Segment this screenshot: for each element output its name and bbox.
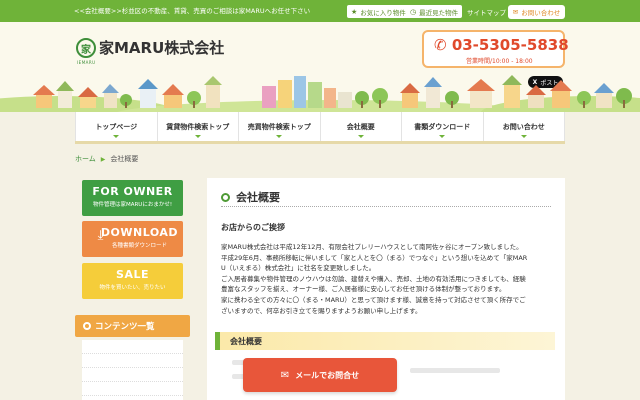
company-section-heading: 会社概要 <box>215 332 555 350</box>
mail-contact-button[interactable]: ✉ メールでお問合せ <box>243 358 397 392</box>
top-contact-button[interactable]: ✉ お問い合わせ <box>508 5 565 19</box>
download-icon: ⤓ <box>97 228 104 243</box>
logo-icon[interactable]: 家 <box>76 38 96 58</box>
phone-number-text: 03-5305-5838 <box>451 36 569 54</box>
contents-list-heading: コンテンツ一覧 <box>75 315 190 337</box>
sitemap-link[interactable]: サイトマップ <box>467 7 506 17</box>
title-divider <box>221 206 551 207</box>
mail-contact-label: メールでお問合せ <box>295 370 360 380</box>
greeting-heading: お店からのご挨拶 <box>221 223 285 232</box>
company-section-title: 会社概要 <box>230 336 262 346</box>
clock-icon: ◷ <box>410 7 417 16</box>
breadcrumb-current: 会社概要 <box>110 155 139 163</box>
global-nav: トップページ 賃貸物件検索トップ 売買物件検索トップ 会社概要 書類ダウンロード… <box>75 112 565 144</box>
circle-icon <box>83 322 91 330</box>
for-owner-subtitle: 物件管理は家MARUにおまかせ! <box>92 202 173 208</box>
download-banner[interactable]: ⤓ DOWNLOAD 各種書類ダウンロード <box>82 221 183 257</box>
greeting-line: 家に携わる全ての方々に〇（まる・MARU）と思って頂けます様、誠意を持って対応さ… <box>221 295 526 304</box>
list-item[interactable] <box>82 382 183 396</box>
phone-icon: ✆ <box>434 36 447 54</box>
recent-label: 最近見た物件 <box>419 8 459 17</box>
list-item[interactable] <box>82 368 183 382</box>
nav-sale-search[interactable]: 売買物件検索トップ <box>238 112 320 141</box>
nav-top-page[interactable]: トップページ <box>75 112 157 141</box>
list-item[interactable] <box>82 340 183 354</box>
greeting-body: 家MARU株式会社は平成12年12月、有限会社プレリーハウスとして南阿佐ヶ谷にオ… <box>221 242 553 316</box>
sale-subtitle: 物件を買いたい、売りたい <box>99 285 166 291</box>
greeting-line: 豊富なスタッフを揃え、オーナー様、ご入居者様に安心してお任せ頂ける体制が整ってお… <box>221 285 506 294</box>
greeting-line: ご入居者募集や物件管理のノウハウは勿論、建替えや購入、売却、土地の有効活用につき… <box>221 274 526 283</box>
list-item[interactable] <box>82 354 183 368</box>
site-header: 家 IEMARU 家MARU株式会社 ✆ 03-5305-5838 営業時間/1… <box>0 22 640 112</box>
breadcrumb-home[interactable]: ホーム <box>75 155 96 163</box>
town-illustration <box>0 75 640 112</box>
mail-icon: ✉ <box>280 369 290 381</box>
greeting-line: 平成29年6月、事務所移転に伴いまして「家と人とを〇（まる）でつなぐ」という想い… <box>221 253 528 262</box>
logo-subtext: IEMARU <box>77 60 96 65</box>
favorites-label: お気に入り物件 <box>360 8 406 17</box>
nav-contact[interactable]: お問い合わせ <box>482 112 565 141</box>
top-bar: <<会社概要>>杉並区の不動産、賃貸、売買のご相談は家MARUへお任せ下さい ★… <box>0 0 640 22</box>
top-contact-label: お問い合わせ <box>521 9 561 17</box>
page-title-text: 会社概要 <box>236 191 280 204</box>
breadcrumb: ホーム ▶ 会社概要 <box>75 154 138 164</box>
for-owner-banner[interactable]: FOR OWNER 物件管理は家MARUにおまかせ! <box>82 180 183 216</box>
phone-box[interactable]: ✆ 03-5305-5838 営業時間/10:00 - 18:00 <box>422 30 569 68</box>
phone-number: ✆ 03-5305-5838 <box>434 36 569 54</box>
page-title: 会社概要 <box>221 189 280 205</box>
sale-banner[interactable]: SALE 物件を買いたい、売りたい <box>82 263 183 299</box>
greeting-line: ざいますので、何卒お引き立てを賜りますようお願い申し上げます。 <box>221 306 422 315</box>
star-icon: ★ <box>351 7 358 16</box>
site-tagline: <<会社概要>>杉並区の不動産、賃貸、売買のご相談は家MARUへお任せ下さい <box>74 7 311 15</box>
business-hours: 営業時間/10:00 - 18:00 <box>466 58 533 65</box>
nav-document-download[interactable]: 書類ダウンロード <box>401 112 483 141</box>
recent-button[interactable]: ◷ 最近見た物件 <box>406 5 463 18</box>
sale-title: SALE <box>116 268 149 281</box>
nav-rental-search[interactable]: 賃貸物件検索トップ <box>156 112 239 141</box>
logo-text[interactable]: 家MARU株式会社 <box>99 37 224 58</box>
chevron-right-icon: ▶ <box>100 156 106 163</box>
table-row <box>410 368 500 373</box>
greeting-line: 家MARU株式会社は平成12年12月、有限会社プレリーハウスとして南阿佐ヶ谷にオ… <box>221 243 523 251</box>
circle-icon <box>221 192 230 202</box>
favorites-button[interactable]: ★ お気に入り物件 <box>347 5 410 18</box>
greeting-line: U（いえまる）株式会社」に社名を変更致しました。 <box>221 264 376 273</box>
nav-company-profile[interactable]: 会社概要 <box>319 112 402 141</box>
contents-list <box>82 340 183 400</box>
contents-list-title: コンテンツ一覧 <box>95 322 155 332</box>
for-owner-title: FOR OWNER <box>92 185 173 198</box>
mail-icon: ✉ <box>512 8 519 16</box>
